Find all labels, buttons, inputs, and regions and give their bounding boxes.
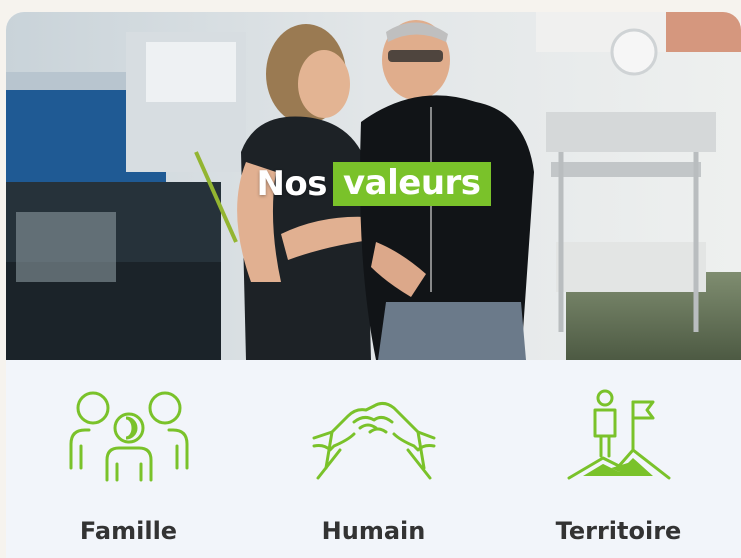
value-item-humain: Humain — [251, 360, 496, 558]
summit-flag-icon — [567, 389, 670, 480]
handshake-icon — [312, 401, 435, 480]
values-row: Famille Humain Territoire — [6, 360, 741, 558]
value-item-territoire: Territoire — [496, 360, 741, 558]
section-title-plain: Nos — [256, 164, 328, 204]
section-title-highlight: valeurs — [333, 162, 491, 206]
family-icon — [69, 391, 188, 482]
value-label: Territoire — [555, 517, 682, 545]
values-card: Nos valeurs Famille Humain Territoire — [6, 12, 741, 558]
hero-banner: Nos valeurs — [6, 12, 741, 360]
value-label: Famille — [79, 517, 178, 545]
value-label: Humain — [321, 517, 426, 545]
value-item-famille: Famille — [6, 360, 251, 558]
section-title: Nos valeurs — [6, 162, 741, 206]
